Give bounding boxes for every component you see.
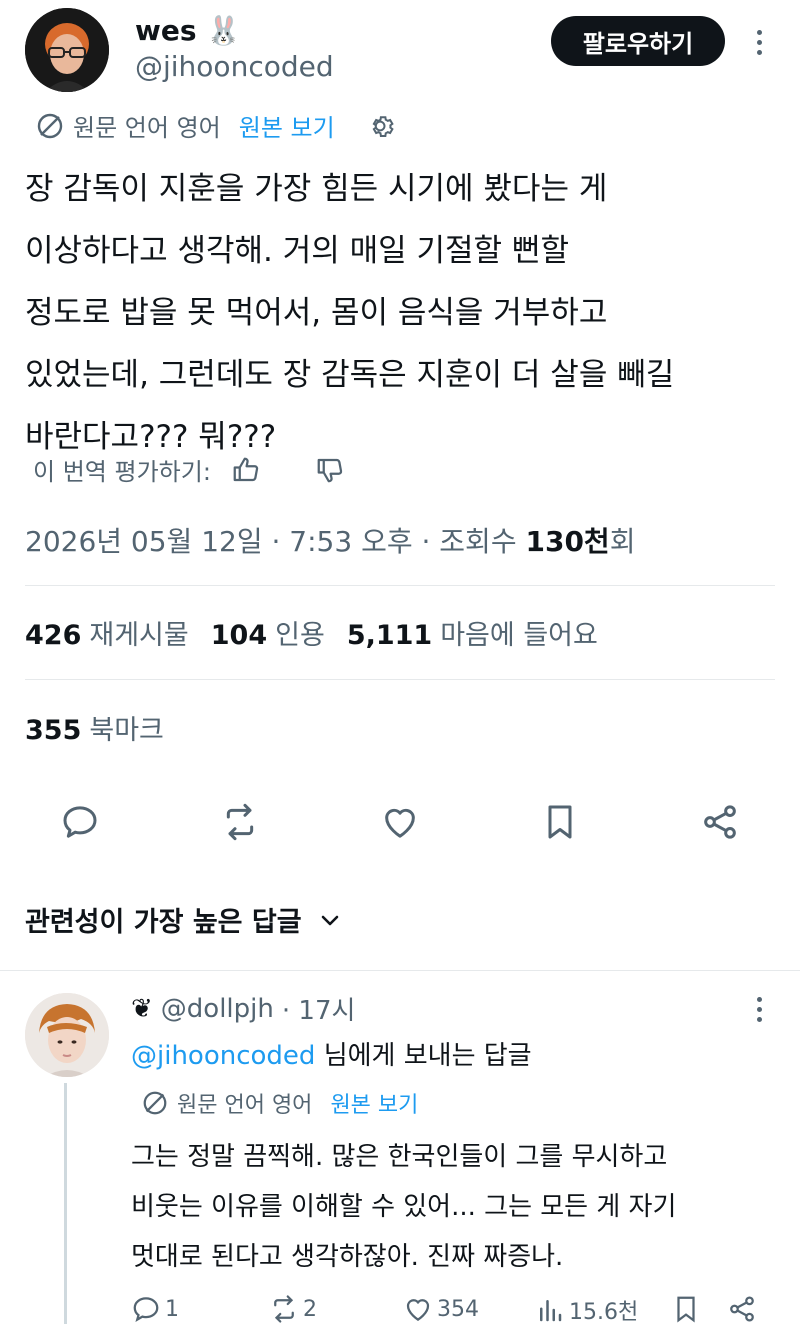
thumbs-up-icon[interactable] <box>231 455 261 485</box>
chevron-down-icon[interactable] <box>318 908 342 932</box>
views-suffix: 회 <box>609 525 636 558</box>
replies-sort-dropdown[interactable]: 관련성이 가장 높은 답글 <box>25 900 342 939</box>
reply-replies-count: 1 <box>165 1296 179 1322</box>
reply-more-options-icon[interactable] <box>754 997 764 1022</box>
rate-translation-row: 이 번역 평가하기: <box>33 452 345 487</box>
translation-note: 원문 언어 영어 <box>73 114 221 142</box>
repost-icon[interactable] <box>220 802 260 842</box>
reply-bookmark-action[interactable] <box>671 1294 701 1324</box>
replies-sort-label[interactable]: 관련성이 가장 높은 답글 <box>25 900 302 939</box>
reply-handle[interactable]: @dollpjh <box>161 994 274 1024</box>
replying-to: @jihooncoded 님에게 보내는 답글 <box>131 1035 532 1072</box>
reply-time[interactable]: · 17시 <box>282 990 356 1027</box>
replying-to-handle[interactable]: @jihooncoded <box>131 1041 315 1071</box>
more-options-icon[interactable] <box>754 30 764 55</box>
rabbit-emoji: 🐰 <box>206 14 242 47</box>
author-handle[interactable]: @jihooncoded <box>135 50 334 83</box>
reply-body: 그는 정말 끔찍해. 많은 한국인들이 그를 무시하고 비웃는 이유를 이해할 … <box>131 1142 677 1272</box>
timestamp[interactable]: 2026년 05월 12일 · 7:53 오후 · 조회수 <box>25 525 525 558</box>
like-icon[interactable] <box>380 802 420 842</box>
reposts-stat[interactable]: 426 재게시물 <box>25 613 189 652</box>
likes-stat[interactable]: 5,111 마음에 들어요 <box>347 613 598 652</box>
reply-views-count: 15.6천 <box>569 1300 639 1324</box>
tweet-meta: 2026년 05월 12일 · 7:53 오후 · 조회수 130천회 <box>25 520 635 560</box>
divider <box>25 679 775 680</box>
reply-author-avatar[interactable] <box>25 993 109 1077</box>
author-avatar[interactable] <box>25 8 109 92</box>
reply-reposts-count: 2 <box>303 1296 317 1322</box>
reply-repost-action[interactable]: 2 <box>269 1294 317 1324</box>
rate-translation-label: 이 번역 평가하기: <box>33 458 211 486</box>
reply-share-action[interactable] <box>727 1294 757 1324</box>
views-count: 130천 <box>525 525 610 558</box>
share-icon[interactable] <box>700 802 740 842</box>
bookmark-icon[interactable] <box>671 1294 701 1324</box>
follow-button[interactable]: 팔로우하기 <box>551 16 725 66</box>
reply-show-original-link[interactable]: 원본 보기 <box>330 1087 418 1119</box>
reply-header: ❦ @dollpjh · 17시 <box>131 990 355 1027</box>
bookmarks-stat[interactable]: 355 북마크 <box>25 708 164 747</box>
author-name[interactable]: wes 🐰 <box>135 14 241 47</box>
bookmark-icon[interactable] <box>540 802 580 842</box>
translate-icon <box>37 113 63 138</box>
author-name-text[interactable]: wes <box>135 14 197 47</box>
divider <box>25 585 775 586</box>
engagement-stats: 426 재게시물 104 인용 5,111 마음에 들어요 <box>25 613 598 652</box>
reply-like-action[interactable]: 354 <box>403 1294 479 1324</box>
divider <box>0 970 800 971</box>
gear-icon[interactable] <box>367 111 397 141</box>
replying-to-suffix: 님에게 보내는 답글 <box>315 1041 532 1071</box>
views-icon[interactable] <box>535 1295 565 1324</box>
reply-reply-action[interactable]: 1 <box>131 1294 179 1324</box>
reply-icon[interactable] <box>60 802 100 842</box>
translate-icon <box>143 1091 167 1115</box>
quotes-stat[interactable]: 104 인용 <box>211 613 325 652</box>
thumbs-down-icon[interactable] <box>315 455 345 485</box>
reply-action-bar: 1 2 354 15.6천 <box>131 1294 771 1324</box>
tweet-body: 장 감독이 지훈을 가장 힘든 시기에 봤다는 게 이상하다고 생각해. 거의 … <box>25 171 675 455</box>
thread-line <box>64 1083 67 1324</box>
share-icon[interactable] <box>727 1294 757 1324</box>
like-icon[interactable] <box>403 1294 433 1324</box>
translation-row: 원문 언어 영어 원본 보기 <box>35 108 397 143</box>
reply-likes-count: 354 <box>437 1296 479 1322</box>
reply-translation-row: 원문 언어 영어 원본 보기 <box>141 1087 418 1119</box>
repost-icon[interactable] <box>269 1294 299 1324</box>
show-original-link[interactable]: 원본 보기 <box>239 108 335 143</box>
reply-translation-note: 원문 언어 영어 <box>177 1093 313 1118</box>
reply-icon[interactable] <box>131 1294 161 1324</box>
reply-author-emoji: ❦ <box>131 993 153 1024</box>
reply-views-action[interactable]: 15.6천 <box>535 1294 638 1324</box>
